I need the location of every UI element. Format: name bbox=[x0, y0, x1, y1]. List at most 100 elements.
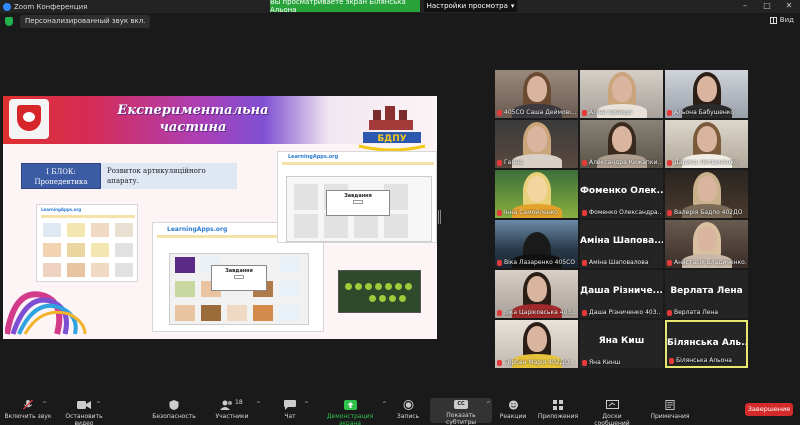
grid-icon bbox=[769, 16, 777, 24]
participant-tile[interactable]: Інна Самойленко bbox=[495, 170, 578, 218]
participant-name: Валерія Бадло 402ДО bbox=[674, 209, 743, 216]
whiteboard-icon bbox=[605, 400, 619, 409]
participant-name: Дарина Литвиненко bbox=[674, 159, 738, 166]
learningapps-card-right: LearningApps.org Завдання bbox=[277, 151, 437, 243]
audio-options-caret[interactable]: ^ bbox=[42, 401, 47, 408]
participant-big-name: Верлата Лена bbox=[670, 286, 743, 296]
muted-mic-icon bbox=[667, 260, 672, 266]
show-subtitles-button[interactable]: CC Показать субтитры bbox=[431, 400, 491, 425]
subtitles-options-caret[interactable]: ^ bbox=[486, 401, 491, 408]
participant-tile[interactable]: Фоменко Олек... Фоменко Олександра... bbox=[580, 170, 663, 218]
closed-caption-icon: CC bbox=[454, 400, 468, 409]
personalized-audio-status[interactable]: Персонализированный звук вкл. bbox=[20, 15, 151, 28]
participant-tile[interactable]: Ганна bbox=[495, 120, 578, 168]
participant-tile[interactable]: Аміна Шапова... Аміна Шаповалова bbox=[580, 220, 663, 268]
participant-name: Верлата Лена bbox=[674, 309, 719, 316]
maximize-button[interactable]: □ bbox=[756, 0, 778, 13]
participants-options-caret[interactable]: ^ bbox=[256, 401, 261, 408]
minimize-button[interactable]: – bbox=[734, 0, 756, 13]
end-meeting-button[interactable]: Завершение bbox=[745, 403, 793, 416]
window-title: Zoom Конференция bbox=[14, 2, 88, 11]
participant-tile[interactable]: Верлата Лена Верлата Лена bbox=[665, 270, 748, 318]
task-dialog: Завдання bbox=[211, 265, 267, 291]
participant-big-name: Білянська Аль... bbox=[667, 338, 746, 348]
participant-tile[interactable]: Валерія Бадло 402ДО bbox=[665, 170, 748, 218]
muted-mic-icon bbox=[497, 110, 502, 116]
participant-tile[interactable]: Анастасія Владиченко... bbox=[665, 220, 748, 268]
shield-icon[interactable] bbox=[5, 17, 13, 26]
share-options-caret[interactable]: ^ bbox=[382, 401, 387, 408]
participants-count: 18 bbox=[235, 399, 243, 406]
video-options-caret[interactable]: ^ bbox=[96, 401, 101, 408]
participant-tile[interactable]: Александра Кижапки... bbox=[580, 120, 663, 168]
participant-tile[interactable]: Яна Киш Яна Кинш bbox=[580, 320, 663, 368]
view-settings-button[interactable]: Настройки просмотра ▾ bbox=[424, 0, 517, 12]
participant-tile[interactable]: Віка Царіковська 403... bbox=[495, 270, 578, 318]
view-settings-label: Настройки просмотра bbox=[426, 2, 508, 10]
record-button[interactable]: Запись bbox=[394, 400, 422, 420]
block-description: Розвиток артикуляційного апарату. bbox=[101, 163, 237, 189]
participant-name: Віка Царіковська 403... bbox=[504, 309, 576, 316]
participant-tile[interactable]: 405СО Саша Деймові... bbox=[495, 70, 578, 118]
participant-tile-active-speaker[interactable]: Білянська Аль... Білянська Альона bbox=[665, 320, 748, 368]
participant-name: Аміна Шаповалова bbox=[589, 259, 649, 266]
muted-mic-icon bbox=[667, 110, 672, 116]
participant-tile[interactable]: Альона Бабушенко bbox=[665, 70, 748, 118]
college-emblem-icon bbox=[9, 99, 49, 139]
muted-mic-icon bbox=[497, 160, 502, 166]
participant-big-name: Яна Киш bbox=[598, 336, 645, 346]
participant-name: Інна Самойленко bbox=[504, 209, 558, 216]
participant-name: Альона Бабушенко bbox=[674, 109, 735, 116]
participant-big-name: Фоменко Олек... bbox=[580, 186, 663, 196]
stop-video-button[interactable]: Остановить видео bbox=[56, 400, 112, 425]
muted-mic-icon bbox=[582, 160, 587, 166]
participant-tile[interactable]: Віка Лазаренко 405СО bbox=[495, 220, 578, 268]
participant-name: Аліна Синицл bbox=[589, 109, 632, 116]
apps-button[interactable]: Приложения bbox=[536, 400, 580, 420]
chat-options-caret[interactable]: ^ bbox=[304, 401, 309, 408]
mic-muted-icon bbox=[23, 400, 33, 410]
chat-button[interactable]: Чат bbox=[278, 400, 302, 420]
muted-mic-icon bbox=[497, 360, 502, 366]
participant-tile[interactable]: Горбан Марія 402ДО... bbox=[495, 320, 578, 368]
decorative-ribbon bbox=[5, 291, 87, 335]
close-button[interactable]: ✕ bbox=[778, 0, 800, 13]
share-screen-button[interactable]: Демонстрация экрана bbox=[316, 400, 384, 425]
participant-tile[interactable]: Даша Різниче... Даша Різниченко 403... bbox=[580, 270, 663, 318]
panel-splitter[interactable] bbox=[438, 210, 441, 224]
participant-name: Александра Кижапки... bbox=[589, 159, 661, 166]
muted-mic-icon bbox=[582, 110, 587, 116]
reactions-button[interactable]: Реакции bbox=[499, 400, 527, 420]
participants-button[interactable]: 18 Участники bbox=[210, 399, 254, 420]
video-camera-icon bbox=[77, 401, 91, 409]
muted-mic-icon bbox=[582, 210, 587, 216]
smiley-icon bbox=[508, 400, 518, 410]
viewing-screen-banner: Вы просматриваете экран Білянська Альона bbox=[270, 0, 420, 14]
whiteboards-button[interactable]: Доски сообщений bbox=[584, 400, 640, 425]
block-label: І БЛОК: Пропедевтика bbox=[21, 163, 101, 189]
participant-tile[interactable]: Дарина Литвиненко bbox=[665, 120, 748, 168]
participant-tile[interactable]: Аліна Синицл bbox=[580, 70, 663, 118]
chat-bubble-icon bbox=[284, 400, 296, 410]
muted-mic-icon bbox=[667, 210, 672, 216]
notes-button[interactable]: Примечания bbox=[650, 400, 690, 420]
participant-big-name: Даша Різниче... bbox=[580, 286, 663, 296]
zoom-logo-icon bbox=[3, 2, 11, 11]
university-logo: БДПУ bbox=[358, 106, 426, 152]
record-icon bbox=[403, 400, 413, 410]
security-shield-icon bbox=[169, 400, 179, 410]
security-button[interactable]: Безопасность bbox=[151, 400, 197, 420]
participant-name: 405СО Саша Деймові... bbox=[504, 109, 576, 116]
share-screen-icon bbox=[343, 400, 357, 410]
shared-screen: Експериментальна частина БДПУ І БЛОК: Пр… bbox=[3, 96, 437, 339]
participant-name: Яна Кинш bbox=[589, 359, 621, 366]
participant-name: Віка Лазаренко 405СО bbox=[504, 259, 576, 266]
muted-mic-icon bbox=[497, 260, 502, 266]
apps-grid-icon bbox=[553, 400, 563, 410]
muted-mic-icon bbox=[582, 360, 587, 366]
muted-mic-icon bbox=[669, 358, 674, 364]
view-label: Вид bbox=[779, 16, 794, 24]
view-button[interactable]: Вид bbox=[769, 16, 794, 24]
participant-big-name: Аміна Шапова... bbox=[580, 236, 663, 246]
participant-name: Фоменко Олександра... bbox=[589, 209, 661, 216]
